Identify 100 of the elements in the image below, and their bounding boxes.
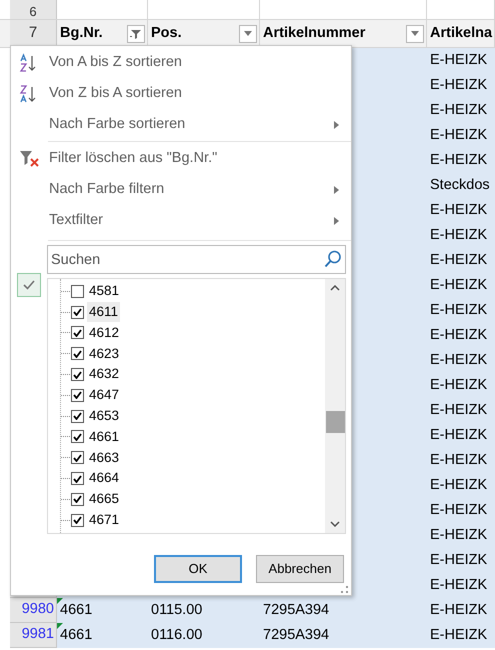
filter-icon <box>130 28 142 38</box>
caret-icon <box>411 31 419 36</box>
list-item[interactable]: 4653 <box>87 406 122 426</box>
table-cell: E-HEIZK <box>427 623 495 648</box>
scroll-down-icon[interactable] <box>330 521 340 527</box>
check-icon <box>73 370 82 379</box>
menu-item[interactable]: Nach Farbe filtern <box>49 178 334 200</box>
menu-item[interactable]: Filter löschen aus "Bg.Nr." <box>49 148 339 170</box>
scrollbar[interactable] <box>325 279 345 533</box>
list-item[interactable]: 4623 <box>87 344 122 364</box>
list-item[interactable]: 4661 <box>87 426 122 448</box>
table-cell: E-HEIZK <box>427 548 495 573</box>
dropdown-button[interactable] <box>239 24 257 42</box>
search-icon <box>324 250 342 268</box>
scroll-up-icon[interactable] <box>330 285 340 291</box>
search-field[interactable]: Suchen <box>47 245 346 274</box>
list-item[interactable]: 4612 <box>87 322 122 344</box>
table-cell: E-HEIZK <box>427 48 495 73</box>
check-icon <box>73 474 82 483</box>
check-icon <box>73 350 82 358</box>
list-item[interactable]: 4665 <box>87 489 122 510</box>
menu-item[interactable]: Von A bis Z sortieren <box>49 52 339 74</box>
filter-dropdown-button[interactable] <box>127 24 145 42</box>
row-number: 7 <box>10 20 57 47</box>
table-cell: E-HEIZK <box>427 598 495 623</box>
table-cell: E-HEIZK <box>427 73 495 98</box>
menu-item[interactable]: Von Z bis A sortieren <box>49 82 339 104</box>
checkbox[interactable] <box>71 284 84 298</box>
table-cell: E-HEIZK <box>427 573 495 598</box>
table-cell: E-HEIZK <box>427 348 495 373</box>
checkbox[interactable] <box>71 451 84 464</box>
table-cell: E-HEIZK <box>427 498 495 523</box>
select-check[interactable] <box>17 273 41 297</box>
check-icon <box>23 280 35 290</box>
table-cell: E-HEIZK <box>427 373 495 398</box>
check-icon <box>73 308 82 316</box>
table-cell: E-HEIZK <box>427 148 495 173</box>
list-item[interactable]: 4581 <box>87 281 122 302</box>
checkbox[interactable] <box>71 326 84 340</box>
column-header: Artikelnummer <box>263 24 366 43</box>
resize-grip-icon[interactable] <box>341 586 348 593</box>
list-item[interactable]: 4664 <box>87 468 122 489</box>
checkbox[interactable] <box>71 472 84 486</box>
table-cell: Steckdos <box>427 173 495 198</box>
check-icon <box>73 412 82 420</box>
checkbox[interactable] <box>71 347 84 360</box>
table-cell: 0116.00 <box>148 623 260 648</box>
table-cell: E-HEIZK <box>427 248 495 273</box>
list-item[interactable]: 4671 <box>87 510 122 530</box>
scroll-thumb[interactable] <box>326 411 344 433</box>
caret-icon <box>244 31 252 36</box>
table-cell: E-HEIZK <box>427 398 495 423</box>
table-cell: E-HEIZK <box>427 423 495 448</box>
table-cell: E-HEIZK <box>427 323 495 348</box>
table-cell: E-HEIZK <box>427 273 495 298</box>
checkbox[interactable] <box>71 430 84 444</box>
table-cell: 7295A394 <box>260 598 427 623</box>
table-cell: E-HEIZK <box>427 448 495 473</box>
table-cell: E-HEIZK <box>427 98 495 123</box>
column-header: Pos. <box>151 24 182 43</box>
list-item[interactable]: 4611 <box>87 302 120 322</box>
menu-item[interactable]: Nach Farbe sortieren <box>49 114 334 136</box>
checkbox[interactable] <box>71 306 84 319</box>
row-number: 9981 <box>10 623 57 648</box>
checkbox[interactable] <box>71 514 84 527</box>
table-cell: E-HEIZK <box>427 123 495 148</box>
table-cell: E-HEIZK <box>427 473 495 498</box>
list-item[interactable]: 4647 <box>87 385 122 406</box>
check-icon <box>73 391 82 400</box>
table-cell: 4661 <box>57 598 148 623</box>
row-number: 6 <box>10 0 57 19</box>
checkbox[interactable] <box>71 410 84 423</box>
submenu-arrow-icon <box>334 186 339 194</box>
clear-filter-icon <box>19 148 41 168</box>
table-cell: E-HEIZK <box>427 223 495 248</box>
cancel-button[interactable]: Abbrechen <box>256 555 344 583</box>
checkbox[interactable] <box>71 368 84 382</box>
checkbox[interactable] <box>71 388 84 402</box>
list-item[interactable]: 4632 <box>87 364 122 385</box>
ok-button[interactable]: OK <box>154 555 242 583</box>
menu-item[interactable]: Textfilter <box>49 210 334 232</box>
list-item[interactable]: 4663 <box>87 448 122 468</box>
table-cell: 7295A394 <box>260 623 427 648</box>
dropdown-button[interactable] <box>406 24 424 42</box>
column-header: Bg.Nr. <box>60 24 103 43</box>
table-cell: E-HEIZK <box>427 298 495 323</box>
check-icon <box>73 328 82 337</box>
table-cell: 0115.00 <box>148 598 260 623</box>
table-cell: 4661 <box>57 623 148 648</box>
row-number: 9980 <box>10 598 57 623</box>
check-icon <box>73 454 82 462</box>
check-icon <box>73 432 82 441</box>
check-icon <box>73 516 82 524</box>
column-header: Artikelna <box>430 24 492 43</box>
checkbox[interactable] <box>71 492 84 506</box>
table-cell: E-HEIZK <box>427 198 495 223</box>
submenu-arrow-icon <box>334 120 339 128</box>
submenu-arrow-icon <box>334 216 339 224</box>
table-cell: E-HEIZK <box>427 523 495 548</box>
check-icon <box>73 495 82 504</box>
